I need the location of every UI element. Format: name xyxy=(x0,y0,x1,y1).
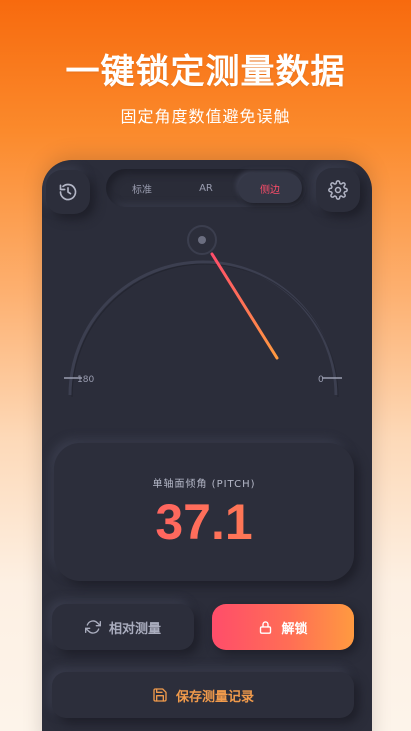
save-record-button[interactable]: 保存测量记录 xyxy=(52,672,354,718)
promo-headline: 一键锁定测量数据 xyxy=(65,52,346,92)
save-record-label: 保存测量记录 xyxy=(175,689,254,705)
phone-screen: 标准 AR 侧边 180 0 单轴面倾角 (PITCH) 37.1 相对测量 解… xyxy=(42,160,372,731)
tab-standard[interactable]: 标准 xyxy=(110,173,174,203)
promo-subline: 固定角度数值避免误触 xyxy=(120,107,291,126)
tab-ar[interactable]: AR xyxy=(174,173,238,203)
settings-button[interactable] xyxy=(316,168,360,212)
gear-icon xyxy=(328,180,348,200)
reading-label: 单轴面倾角 (PITCH) xyxy=(152,479,256,490)
tab-ar-label: AR xyxy=(199,182,213,194)
history-button[interactable] xyxy=(46,170,90,214)
mode-selector: 标准 AR 侧边 xyxy=(106,169,306,207)
unlock-button[interactable]: 解锁 xyxy=(212,604,354,650)
reading-value: 37.1 xyxy=(54,493,354,551)
tab-standard-label: 标准 xyxy=(132,184,152,196)
lock-icon xyxy=(258,620,273,635)
reading-card: 单轴面倾角 (PITCH) 37.1 xyxy=(54,443,354,581)
unlock-label: 解锁 xyxy=(281,621,308,637)
save-icon xyxy=(152,687,168,703)
relative-measure-button[interactable]: 相对测量 xyxy=(52,604,194,650)
gauge-label-right: 0 xyxy=(318,375,324,385)
tab-side[interactable]: 侧边 xyxy=(238,173,302,203)
gauge-arc xyxy=(68,260,338,396)
tab-side-label: 侧边 xyxy=(260,184,280,196)
gauge-label-left: 180 xyxy=(77,375,94,385)
relative-measure-label: 相对测量 xyxy=(108,621,161,637)
history-icon xyxy=(58,182,78,202)
refresh-icon xyxy=(84,619,101,635)
angle-gauge: 180 0 xyxy=(64,225,342,398)
